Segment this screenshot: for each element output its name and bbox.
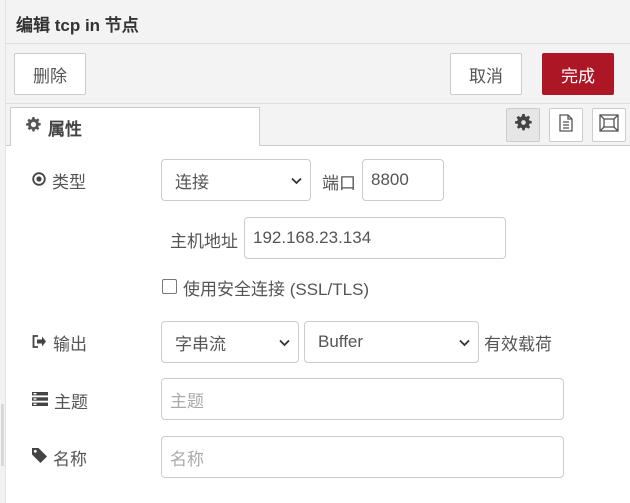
chevron-down-icon (279, 332, 290, 352)
file-text-icon (558, 113, 574, 137)
topic-label: 主题 (32, 388, 88, 413)
name-label: 名称 (32, 445, 87, 470)
output-label: 输出 (32, 330, 87, 355)
cancel-button[interactable]: 取消 (450, 53, 522, 95)
tab-bar: 属性 (6, 104, 630, 147)
gear-icon (26, 117, 41, 137)
tls-label: 使用安全连接 (SSL/TLS) (183, 280, 370, 299)
tab-properties[interactable]: 属性 (10, 107, 260, 147)
sign-out-icon (32, 333, 53, 353)
type-label: 类型 (32, 168, 86, 193)
port-input[interactable]: 8800 (362, 159, 444, 201)
tab-description[interactable] (549, 108, 583, 142)
tag-icon (32, 447, 53, 468)
resize-handle[interactable] (1, 404, 4, 466)
output-suffix: 有效载荷 (484, 335, 552, 354)
tab-settings[interactable] (506, 108, 540, 142)
name-label-text: 名称 (53, 450, 87, 469)
properties-form: 类型 连接 端口 8800 主机地址 192.168.23.134 使用安全连接… (6, 146, 630, 503)
name-placeholder: 名称 (170, 449, 204, 469)
host-label: 主机地址 (170, 232, 238, 251)
output-format-select[interactable]: Buffer (304, 321, 479, 363)
dot-circle-icon (32, 171, 52, 191)
topic-placeholder: 主题 (170, 391, 204, 411)
chevron-down-icon (459, 332, 470, 352)
tab-appearance[interactable] (592, 108, 626, 142)
title-bar: 编辑 tcp in 节点 (6, 0, 630, 44)
port-label: 端口 (322, 174, 356, 193)
layout-frame-icon (599, 113, 619, 137)
type-label-text: 类型 (52, 173, 86, 192)
delete-button[interactable]: 删除 (14, 53, 86, 95)
output-mode-select[interactable]: 字串流 (161, 321, 299, 363)
topic-label-text: 主题 (54, 393, 88, 412)
gear-icon (514, 114, 532, 136)
tray-toolbar: 删除 取消 完成 (6, 44, 630, 104)
output-mode-value: 字串流 (175, 334, 226, 354)
chevron-down-icon (291, 170, 302, 190)
tls-checkbox[interactable] (162, 279, 177, 294)
done-button[interactable]: 完成 (542, 53, 614, 95)
output-label-text: 输出 (53, 335, 87, 354)
type-select-value: 连接 (175, 172, 209, 192)
name-input[interactable]: 名称 (161, 436, 564, 478)
topic-input[interactable]: 主题 (161, 378, 564, 420)
output-format-value: Buffer (318, 332, 364, 351)
tasks-icon (32, 391, 54, 411)
tray-title: 编辑 tcp in 节点 (16, 16, 139, 35)
host-input[interactable]: 192.168.23.134 (244, 217, 506, 259)
type-select[interactable]: 连接 (161, 159, 311, 201)
tab-properties-label: 属性 (48, 119, 82, 139)
